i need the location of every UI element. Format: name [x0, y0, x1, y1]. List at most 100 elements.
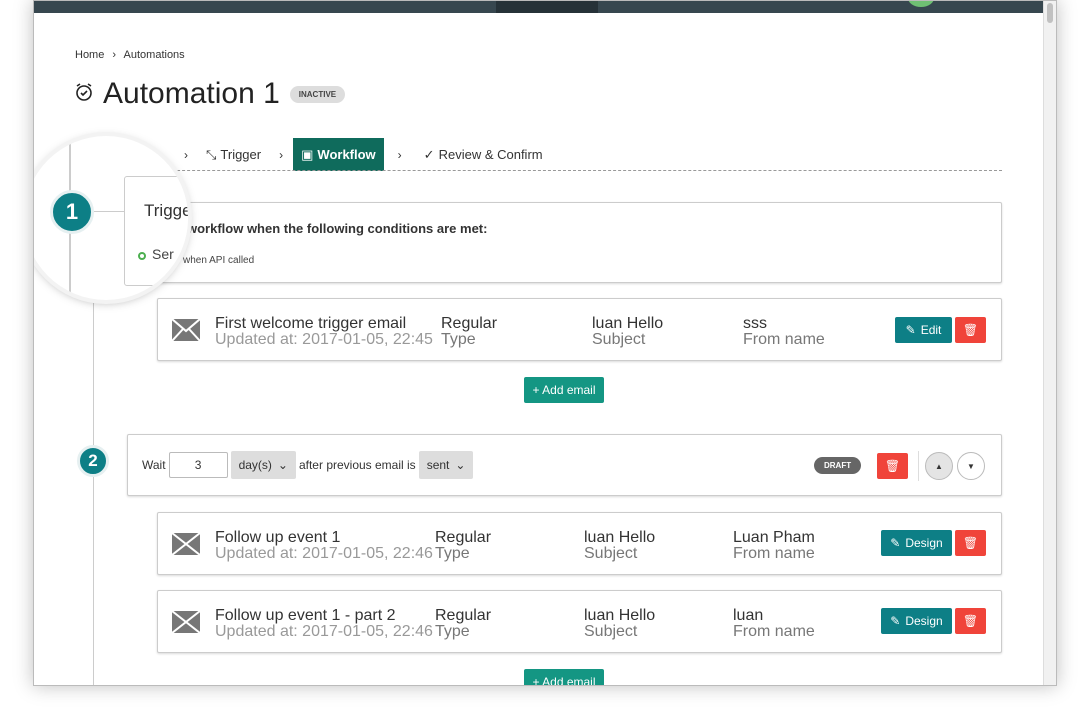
from-label: From name: [733, 545, 815, 562]
email-updated: Updated at: 2017-01-05, 22:46: [215, 545, 433, 562]
breadcrumb-home[interactable]: Home: [75, 49, 104, 61]
workflow-icon: ▣: [301, 146, 314, 162]
email-from: luan: [733, 607, 764, 624]
magnifier-overlay: 1 Trigge Ser: [34, 136, 188, 300]
wait-event-select[interactable]: sent ⌄: [418, 451, 474, 479]
caret-down-icon: ▼: [967, 461, 975, 471]
trash-icon: 🗑: [962, 323, 979, 337]
tab-trigger[interactable]: ⤡ Trigger: [198, 138, 269, 171]
email-updated: Updated at: 2017-01-05, 22:46: [215, 623, 433, 640]
step-number-badge: 1: [50, 190, 94, 234]
trash-icon: 🗑: [962, 536, 979, 550]
avatar[interactable]: [908, 1, 934, 7]
trigger-card: workflow when the following conditions a…: [124, 202, 1002, 283]
page-header: Automation 1 INACTIVE: [75, 77, 346, 111]
email-type: Regular: [441, 315, 498, 332]
wait-unit-select[interactable]: day(s) ⌄: [230, 451, 296, 479]
email-subject: luan Hello: [592, 315, 664, 332]
email-type: Regular: [435, 607, 492, 624]
email-name[interactable]: Follow up event 1: [215, 530, 433, 546]
scrollbar[interactable]: [1043, 1, 1056, 685]
nav-active-item[interactable]: [496, 1, 598, 13]
button-label: Edit: [920, 323, 942, 337]
tab-label: Review & Confirm: [438, 147, 543, 162]
move-up-button[interactable]: ▲: [925, 452, 953, 480]
breadcrumb-sep: ›: [112, 49, 117, 61]
select-value: sent: [426, 458, 450, 472]
envelope-icon: [172, 611, 200, 633]
divider: [918, 451, 919, 481]
email-card: Follow up event 1 Updated at: 2017-01-05,…: [157, 512, 1002, 575]
status-badge: INACTIVE: [289, 85, 346, 103]
select-value: day(s): [238, 458, 272, 472]
wizard-steps: › ⤡ Trigger › ▣ Workflow › ✓ Review & Confi…: [174, 138, 551, 171]
divider: [142, 170, 1002, 171]
caret-up-icon: ▲: [935, 461, 943, 471]
delete-button[interactable]: 🗑: [955, 608, 986, 634]
edit-button[interactable]: ✎ Edit: [895, 317, 952, 343]
chevron-down-icon: ⌄: [277, 458, 288, 472]
from-label: From name: [743, 331, 825, 348]
type-label: Type: [441, 331, 476, 348]
email-from: Luan Pham: [733, 529, 815, 546]
trigger-condition: when API called: [183, 255, 255, 266]
delete-wait-button[interactable]: 🗑: [877, 453, 908, 479]
email-name[interactable]: First welcome trigger email: [215, 316, 433, 332]
step-separator: ›: [279, 147, 284, 162]
move-down-button[interactable]: ▼: [957, 452, 985, 480]
page-title: Automation 1: [103, 77, 280, 110]
breadcrumb-automations[interactable]: Automations: [124, 49, 185, 61]
wait-label: Wait: [142, 458, 166, 472]
alarm-clock-icon: [75, 82, 93, 107]
wait-after-label: after previous email is: [298, 458, 416, 472]
breadcrumb: Home › Automations: [75, 49, 185, 61]
from-label: From name: [733, 623, 815, 640]
email-subject: luan Hello: [584, 607, 656, 624]
email-subject: luan Hello: [584, 529, 656, 546]
envelope-icon: [172, 319, 200, 341]
email-card: Follow up event 1 - part 2 Updated at: 20…: [157, 590, 1002, 653]
draft-badge: DRAFT: [814, 457, 862, 474]
step-number-badge: 2: [77, 445, 109, 477]
trigger-icon: ⤡: [206, 146, 217, 162]
envelope-icon: [172, 533, 200, 555]
step-separator: ›: [397, 147, 402, 162]
wait-value-input[interactable]: 3: [168, 452, 228, 478]
delete-button[interactable]: 🗑: [955, 530, 986, 556]
trash-icon: 🗑: [962, 614, 979, 628]
design-button[interactable]: ✎ Design: [881, 608, 952, 634]
browser-window: Home › Automations Automation 1 INACTIVE…: [33, 0, 1057, 686]
button-label: Design: [905, 536, 943, 550]
pencil-icon: ✎: [905, 323, 916, 337]
top-navbar: [34, 1, 1056, 13]
add-email-button[interactable]: + Add email: [524, 377, 604, 403]
email-type: Regular: [435, 529, 492, 546]
subject-label: Subject: [584, 545, 638, 562]
email-card: First welcome trigger email Updated at: 2…: [157, 298, 1002, 361]
type-label: Type: [435, 623, 470, 640]
delete-button[interactable]: 🗑: [955, 317, 986, 343]
email-updated: Updated at: 2017-01-05, 22:45: [215, 331, 433, 348]
design-button[interactable]: ✎ Design: [881, 530, 952, 556]
subject-label: Subject: [592, 331, 646, 348]
trigger-condition-partial: Ser: [152, 246, 174, 262]
add-email-button[interactable]: + Add email: [524, 669, 604, 685]
check-icon: ✓: [423, 146, 435, 162]
trash-icon: 🗑: [884, 459, 901, 473]
pencil-icon: ✎: [890, 614, 901, 628]
button-label: Design: [905, 614, 943, 628]
tab-label: Workflow: [317, 147, 376, 162]
type-label: Type: [435, 545, 470, 562]
tab-label: Trigger: [220, 147, 262, 162]
wait-card: Wait 3 day(s) ⌄ after previous email is s…: [127, 434, 1002, 496]
tab-workflow[interactable]: ▣ Workflow: [293, 138, 384, 171]
trigger-description: workflow when the following conditions a…: [187, 221, 488, 236]
tab-review-confirm[interactable]: ✓ Review & Confirm: [416, 138, 551, 171]
email-name[interactable]: Follow up event 1 - part 2: [215, 608, 433, 624]
step-separator: ›: [184, 147, 188, 162]
pencil-icon: ✎: [890, 536, 901, 550]
chevron-down-icon: ⌄: [455, 458, 466, 472]
subject-label: Subject: [584, 623, 638, 640]
trigger-title: Trigge: [144, 201, 188, 220]
email-from: sss: [743, 315, 767, 332]
